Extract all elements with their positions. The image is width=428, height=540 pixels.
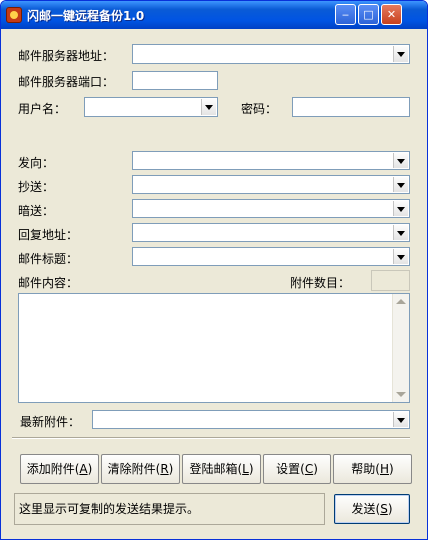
separator: [12, 437, 410, 439]
chevron-down-icon[interactable]: [393, 153, 408, 168]
reply-to-label: 回复地址：: [18, 228, 79, 242]
user-combo[interactable]: [84, 97, 218, 117]
subject-combo[interactable]: [132, 247, 410, 266]
bcc-label: 暗送：: [18, 204, 55, 218]
help-button[interactable]: 帮助(H): [333, 454, 412, 484]
cc-label: 抄送：: [18, 180, 55, 194]
chevron-down-icon[interactable]: [393, 201, 408, 216]
add-attachment-button[interactable]: 添加附件(A): [20, 454, 99, 484]
settings-button[interactable]: 设置(C): [263, 454, 331, 484]
close-icon[interactable]: ✕: [381, 4, 402, 25]
title-bar[interactable]: 闪邮一键远程备份1.0 ‒ □ ✕: [1, 1, 427, 29]
to-combo[interactable]: [132, 151, 410, 170]
chevron-down-icon[interactable]: [393, 249, 408, 264]
latest-attachment-label: 最新附件：: [20, 415, 81, 429]
chevron-down-icon[interactable]: [201, 99, 216, 115]
latest-attachment-combo[interactable]: [92, 410, 410, 429]
chevron-down-icon[interactable]: [393, 225, 408, 240]
reply-to-combo[interactable]: [132, 223, 410, 242]
app-icon: [6, 7, 22, 23]
port-label: 邮件服务器端口：: [18, 75, 115, 89]
minimize-icon[interactable]: ‒: [335, 4, 356, 25]
body-label: 邮件内容：: [18, 276, 79, 290]
window-title: 闪邮一键远程备份1.0: [27, 9, 145, 23]
clear-attachment-button[interactable]: 清除附件(R): [101, 454, 180, 484]
status-text[interactable]: 这里显示可复制的发送结果提示。: [14, 493, 325, 525]
login-mailbox-button[interactable]: 登陆邮箱(L): [182, 454, 261, 484]
scroll-down-icon[interactable]: [396, 392, 406, 397]
subject-label: 邮件标题：: [18, 252, 79, 266]
server-combo[interactable]: [132, 44, 410, 64]
send-button[interactable]: 发送(S): [334, 494, 410, 524]
server-label: 邮件服务器地址：: [18, 49, 115, 63]
user-label: 用户名：: [18, 102, 67, 116]
scroll-up-icon[interactable]: [396, 299, 406, 304]
password-input[interactable]: [292, 97, 410, 117]
to-label: 发向：: [18, 156, 55, 170]
attachment-count-label: 附件数目：: [290, 276, 351, 290]
chevron-down-icon[interactable]: [393, 46, 408, 62]
bcc-combo[interactable]: [132, 199, 410, 218]
maximize-icon[interactable]: □: [358, 4, 379, 25]
chevron-down-icon[interactable]: [393, 177, 408, 192]
cc-combo[interactable]: [132, 175, 410, 194]
port-input[interactable]: [132, 71, 218, 90]
attachment-count-field: [371, 270, 410, 291]
body-scrollbar[interactable]: [392, 294, 409, 402]
body-textarea[interactable]: [18, 293, 410, 403]
password-label: 密码：: [241, 102, 278, 116]
app-window: 闪邮一键远程备份1.0 ‒ □ ✕ 邮件服务器地址： 邮件服务器端口： 用户名：…: [0, 0, 428, 540]
chevron-down-icon[interactable]: [393, 412, 408, 427]
form-area: 邮件服务器地址： 邮件服务器端口： 用户名： 密码： 发向： 抄送： 暗送： 回…: [4, 29, 424, 537]
